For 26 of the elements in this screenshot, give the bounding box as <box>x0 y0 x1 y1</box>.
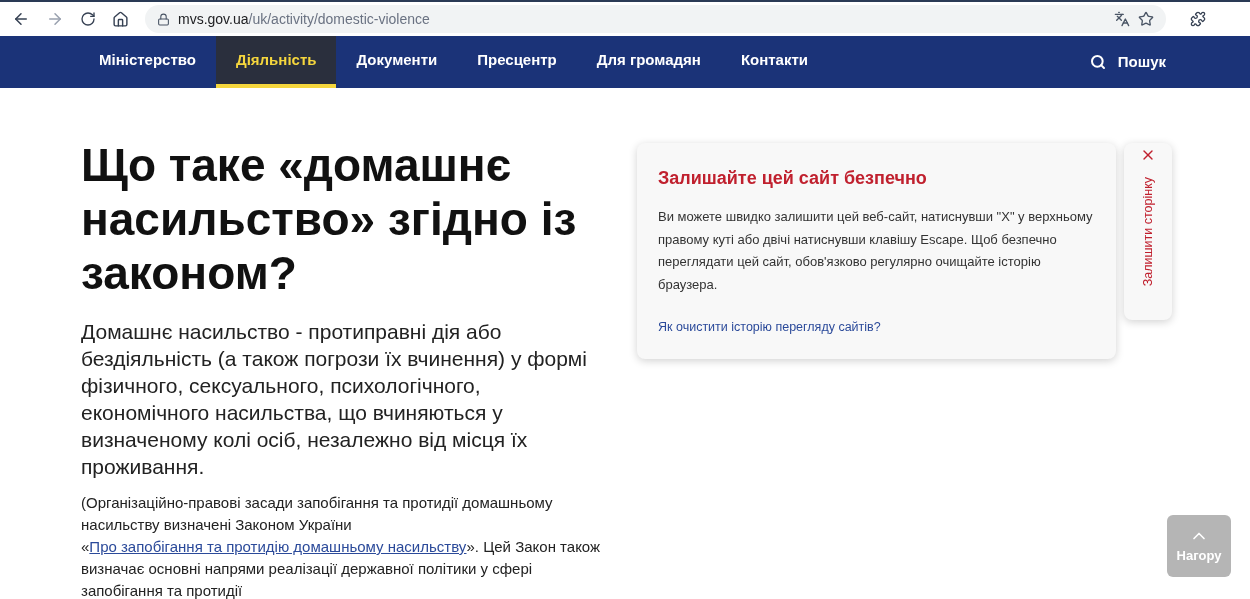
safety-card-text: Ви можете швидко залишити цей веб-сайт, натиснувши "X" у верхньому правому куті або двічі натиснувши клавішу Escape. Щоб безпечно переглядати цей сайт, обов'язково регулярно очищайте історію браузера. <box>658 208 1094 294</box>
safety-card-title: Залишайте цей сайт безпечно <box>658 167 928 190</box>
home-icon[interactable] <box>112 10 129 28</box>
forward-icon[interactable] <box>46 10 64 28</box>
search-icon <box>1089 54 1106 70</box>
law-paragraph: (Організаційно-правові засади запобігання та протидії домашньому насильству визначені Законом України «Про запобігання та протидію домашньому насильству». Цей Закон також визначає основні напрями реалізації державної політики у сфері запобігання та протидії <box>81 493 601 599</box>
back-icon[interactable] <box>12 10 30 28</box>
nav-tab[interactable]: Для громадян <box>576 36 721 88</box>
law-link[interactable]: Про запобігання та протидію домашньому насильству <box>89 538 467 555</box>
nav-tab[interactable]: Пресцентр <box>457 36 577 88</box>
address-bar[interactable]: mvs.gov.ua/uk/activity/domestic-violence <box>145 5 1166 33</box>
nav-tab[interactable]: Документи <box>336 36 458 88</box>
translate-icon[interactable] <box>1114 11 1130 27</box>
lock-icon <box>157 12 170 26</box>
url-text: mvs.gov.ua/uk/activity/domestic-violence <box>178 9 430 29</box>
reload-icon[interactable] <box>80 11 96 27</box>
search-link[interactable]: Пошук <box>1089 36 1166 88</box>
lead-paragraph: Домашнє насильство - протиправні дія або бездіяльність (а також погрози їх вчинення) у формі фізичного, сексуального, психологічного, економічного насильства, що вчиняються у визначеному колі осіб, незалежно від місця їх проживання. <box>81 319 588 480</box>
bookmark-star-icon[interactable] <box>1138 11 1154 27</box>
page-heading: Що таке «домашнє насильство» згідно із законом? <box>81 138 578 300</box>
nav-tab[interactable]: Міністерство <box>79 36 216 88</box>
nav-tab[interactable]: Діяльність <box>215 36 337 88</box>
leave-page-button[interactable]: Залишити сторінку <box>1124 143 1172 320</box>
nav-tab[interactable]: Контакти <box>720 36 829 88</box>
extensions-icon[interactable] <box>1190 11 1206 27</box>
clear-history-link[interactable]: Як очистити історію перегляду сайтів? <box>658 318 1095 337</box>
